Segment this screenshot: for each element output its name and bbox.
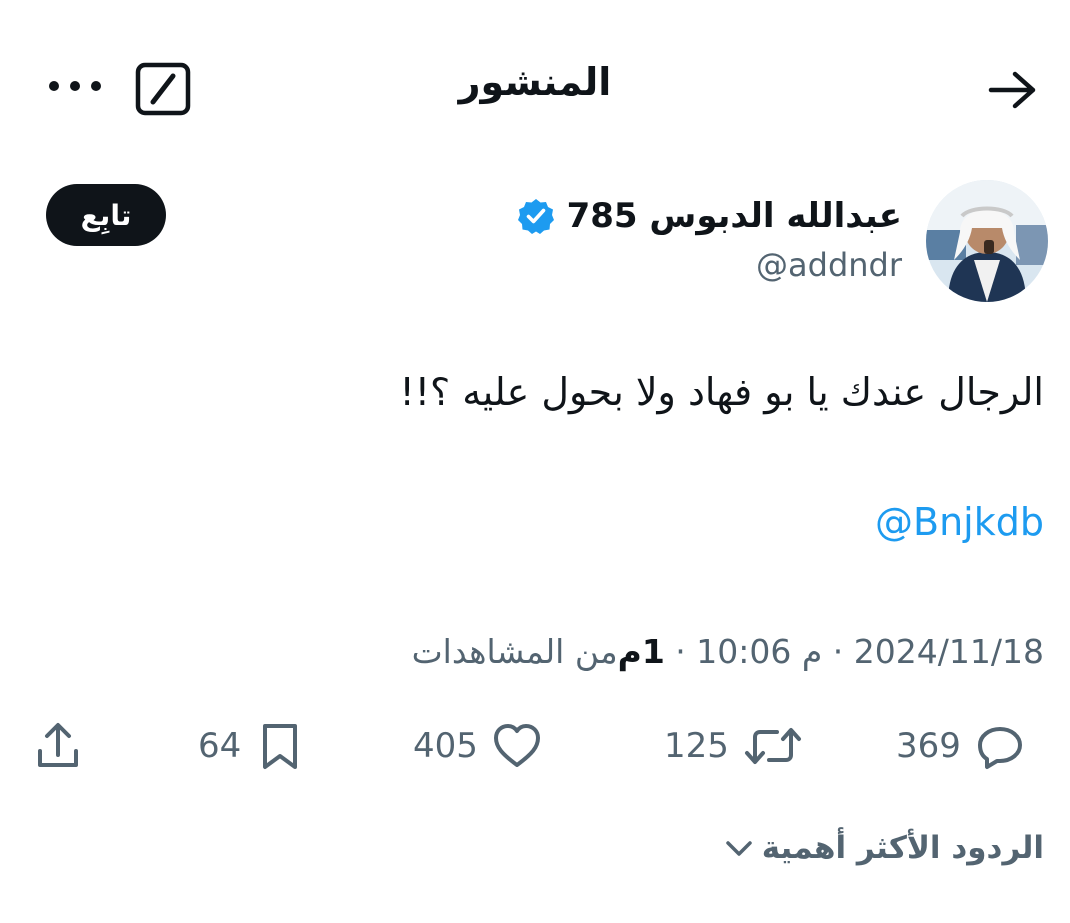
avatar[interactable] <box>926 180 1048 302</box>
author-handle[interactable]: @addndr <box>756 246 902 284</box>
retweet-count: 125 <box>664 726 729 766</box>
author-name-row: عبدالله الدبوس 785 <box>517 190 902 242</box>
retweet-icon <box>744 728 801 764</box>
post-date[interactable]: 2024/11/18 <box>854 632 1044 671</box>
author-display-name[interactable]: عبدالله الدبوس 785 <box>567 196 902 236</box>
meta-separator: · <box>664 632 697 671</box>
back-arrow-icon[interactable] <box>985 66 1041 114</box>
compose-icon[interactable] <box>133 61 193 117</box>
bookmark-icon <box>263 724 298 769</box>
reply-icon <box>977 727 1022 769</box>
share-icon <box>38 723 78 767</box>
more-horizontal-icon[interactable] <box>44 71 106 101</box>
reply-button[interactable]: 369 <box>896 716 1025 776</box>
bookmark-count: 64 <box>198 726 242 766</box>
share-button[interactable] <box>33 716 89 776</box>
post-views-count[interactable]: 1م <box>618 632 665 671</box>
meta-separator: · <box>822 632 854 671</box>
replies-sort-label: الردود الأكثر أهمية <box>761 830 1044 866</box>
chevron-down-icon <box>722 831 756 865</box>
post-text: الرجال عندك يا بو فهاد ولا بحول عليه ؟!! <box>399 370 1044 414</box>
follow-button[interactable]: تابِع <box>46 184 166 246</box>
verified-badge-icon[interactable] <box>517 197 555 235</box>
post-views-label: من المشاهدات <box>411 632 618 671</box>
like-count: 405 <box>413 726 478 766</box>
post-meta: من المشاهدات 1م · 10:06 م · 2024/11/18 <box>412 632 1044 671</box>
post-time[interactable]: 10:06 م <box>696 632 822 671</box>
page-title: المنشور <box>458 60 612 104</box>
replies-sort-dropdown[interactable]: الردود الأكثر أهمية <box>722 830 1044 866</box>
like-button[interactable]: 405 <box>413 716 542 776</box>
retweet-button[interactable]: 125 <box>664 716 803 776</box>
bookmark-button[interactable]: 64 <box>198 716 305 776</box>
post-mention-link[interactable]: @Bnjkdb <box>875 500 1044 544</box>
heart-icon <box>493 724 540 767</box>
reply-count: 369 <box>896 726 961 766</box>
